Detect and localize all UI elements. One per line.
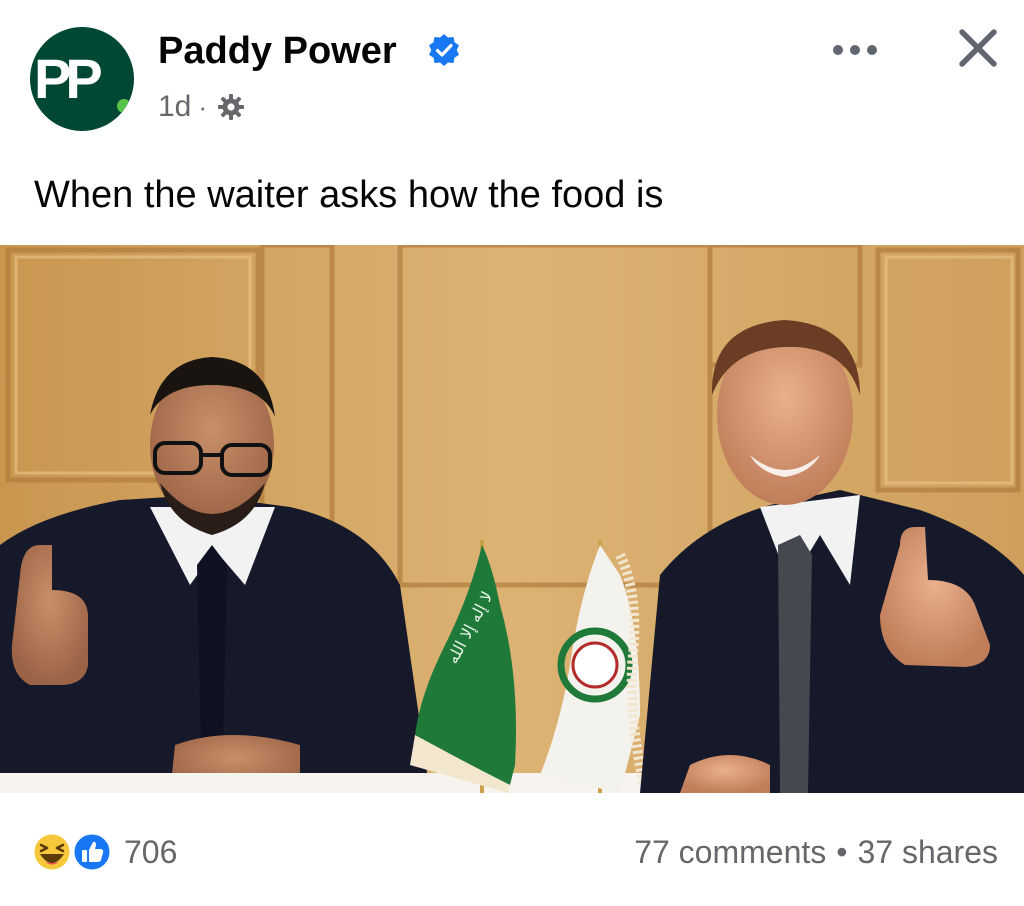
post-photo[interactable]: لا إله إلا الله: [0, 245, 1024, 793]
post-meta: 1d ·: [158, 88, 246, 126]
shares-count[interactable]: 37 shares: [857, 832, 998, 872]
avatar-logo-dot: [117, 99, 131, 113]
reactions-summary[interactable]: [30, 830, 114, 874]
reaction-count[interactable]: 706: [124, 832, 177, 872]
comments-count[interactable]: 77 comments: [634, 832, 826, 872]
post-caption: When the waiter asks how the food is: [34, 174, 664, 216]
stats-separator: •: [836, 834, 848, 870]
more-dot: [867, 45, 877, 55]
photo-illustration: لا إله إلا الله: [0, 245, 1024, 793]
post-timestamp[interactable]: 1d: [158, 88, 191, 126]
verified-badge-icon: [429, 34, 459, 66]
avatar-logo-text: PP: [34, 47, 103, 110]
meta-separator: ·: [198, 92, 208, 122]
page-avatar[interactable]: PP: [30, 27, 134, 131]
post-stats: 77 comments • 37 shares: [634, 832, 998, 872]
close-icon[interactable]: [956, 26, 1000, 70]
page-name[interactable]: Paddy Power: [158, 28, 397, 74]
more-options-icon[interactable]: [833, 40, 877, 60]
like-reaction-icon: [71, 831, 113, 873]
more-dot: [850, 45, 860, 55]
settings-gear-icon: [218, 94, 245, 120]
more-dot: [833, 45, 843, 55]
